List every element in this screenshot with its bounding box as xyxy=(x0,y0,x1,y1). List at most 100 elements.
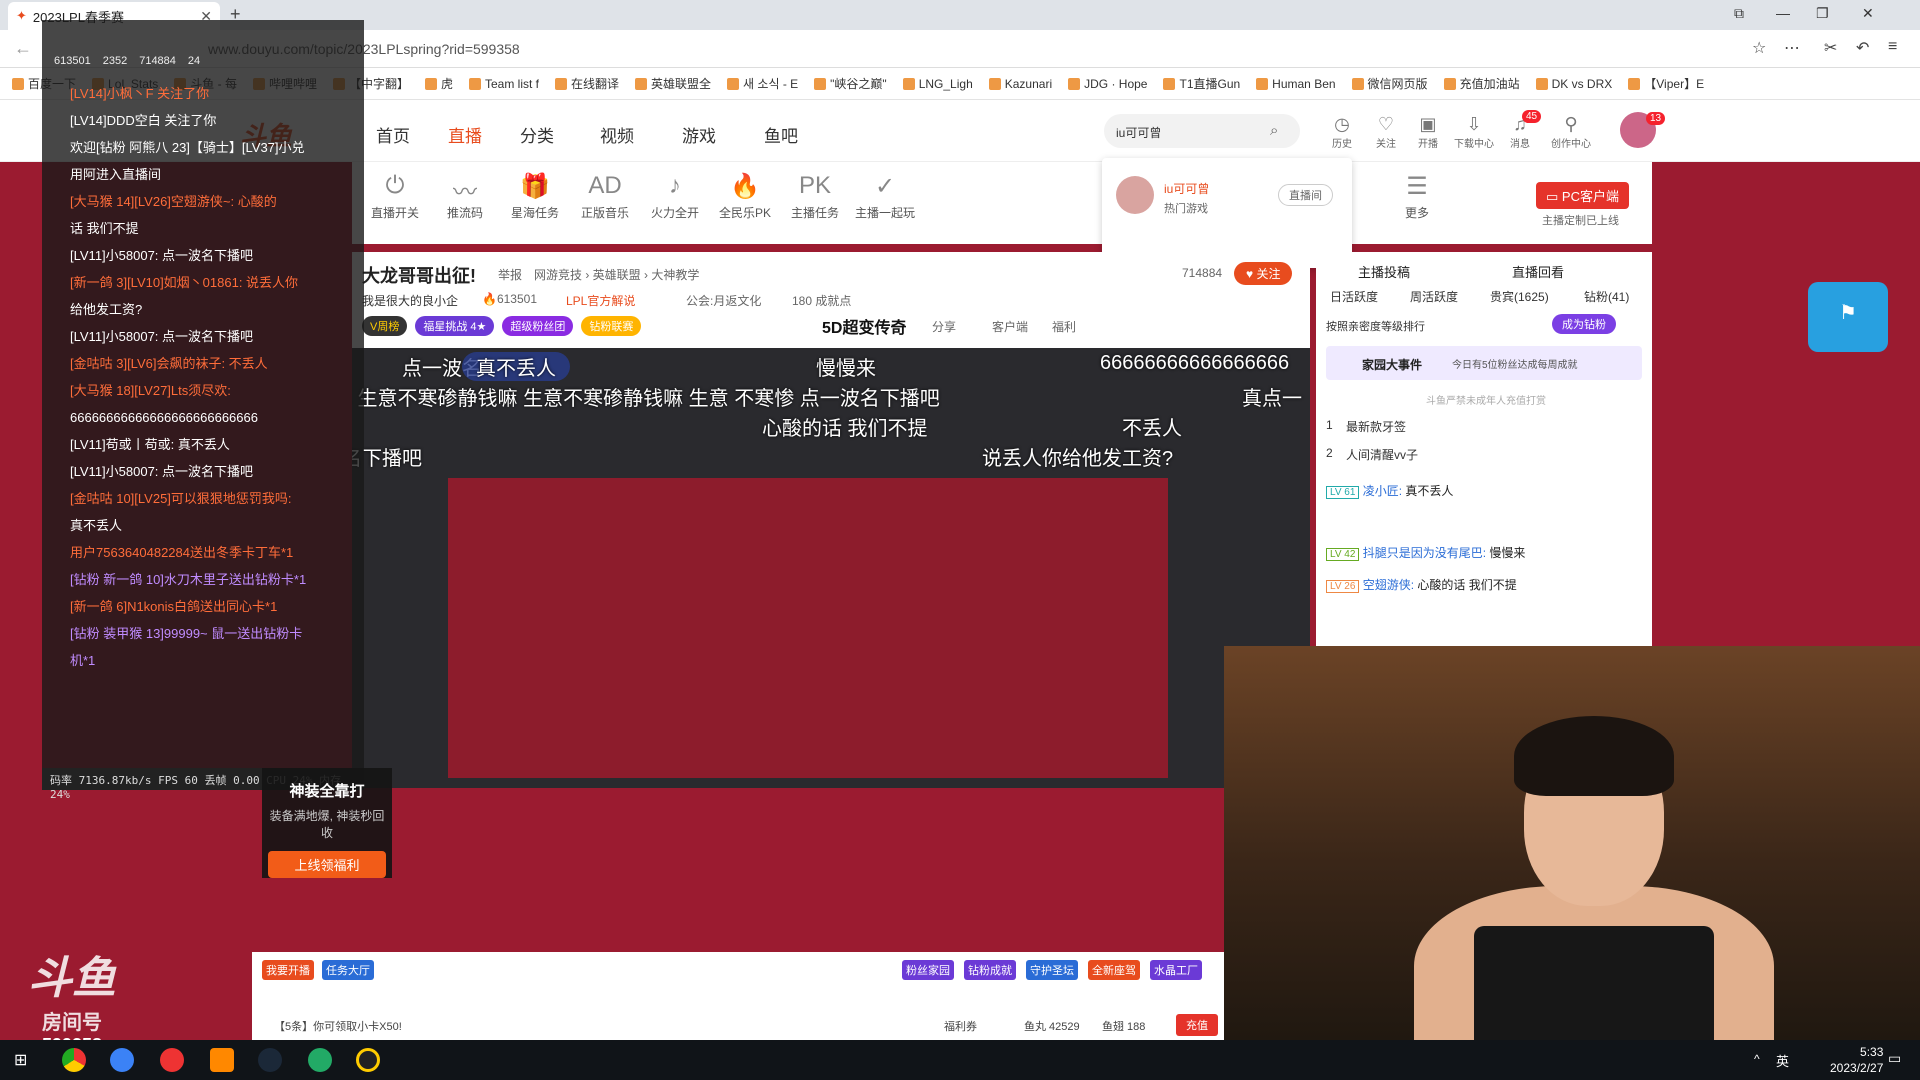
diamond-league-badge[interactable]: 钻粉联赛 xyxy=(581,316,642,336)
back-icon[interactable]: ← xyxy=(14,38,32,59)
category-breadcrumb[interactable]: 网游竞技 › 英雄联盟 › 大神教学 xyxy=(534,266,699,283)
creator-center-button[interactable]: ⚲ 创作中心 xyxy=(1548,114,1594,150)
subtab-daily[interactable]: 日活跃度 xyxy=(1330,288,1378,305)
restore-icon[interactable]: ❐ xyxy=(1816,5,1829,22)
subtab-vip[interactable]: 贵宾(1625) xyxy=(1490,288,1549,305)
browser-icon[interactable] xyxy=(110,1048,134,1072)
video-player[interactable]: 点一波名 真不丢人 慢慢来 66666666666666666 静钱嘛 生意不寒… xyxy=(352,348,1310,788)
new-mount-item[interactable]: 全新座驾 xyxy=(1088,960,1140,980)
tool-item[interactable]: PK 主播任务 xyxy=(780,172,850,221)
notification-icon[interactable]: ▭ xyxy=(1888,1050,1901,1067)
bookmark-item[interactable]: 英雄联盟全 xyxy=(635,75,711,92)
subtab-diamond[interactable]: 钻粉(41) xyxy=(1584,288,1629,305)
star-icon[interactable]: ☆ xyxy=(1752,38,1766,58)
bookmark-item[interactable]: 【Viper】E xyxy=(1628,75,1704,92)
task-hall-item[interactable]: 任务大厅 xyxy=(322,960,374,980)
start-live-button[interactable]: ▣ 开播 xyxy=(1408,114,1448,150)
ad-sub: 装备满地爆, 神装秒回收 xyxy=(269,809,385,840)
tab-list-icon[interactable]: ⧉ xyxy=(1734,5,1744,22)
family-event-banner[interactable]: 家园大事件 今日有5位粉丝达成每周成就 xyxy=(1326,346,1642,380)
download-button[interactable]: ⇩ 下载中心 xyxy=(1454,114,1494,150)
follow-button[interactable]: ♡ 关注 xyxy=(1366,114,1406,150)
tool-item[interactable]: ⏻ 直播开关 xyxy=(360,172,430,221)
tool-item[interactable]: 🔥 全民乐PK xyxy=(710,172,780,221)
app2-icon[interactable] xyxy=(308,1048,332,1072)
bookmark-item[interactable]: 새 소식 - E xyxy=(727,75,798,92)
close-window-icon[interactable]: ✕ xyxy=(1862,5,1874,22)
history-button[interactable]: ◷ 历史 xyxy=(1322,114,1362,150)
nav-live[interactable]: 直播 xyxy=(448,122,482,147)
share-button[interactable]: 分享 xyxy=(932,318,956,335)
room-logo: 斗鱼 xyxy=(28,954,116,1003)
bookmark-item[interactable]: Team list f xyxy=(469,77,539,91)
follow-button[interactable]: ♥ 关注 xyxy=(1234,262,1293,285)
fan-home-item[interactable]: 粉丝家园 xyxy=(902,960,954,980)
tool-item[interactable]: 〰推流码 xyxy=(430,172,500,221)
bookmark-item[interactable]: 微信网页版 xyxy=(1351,75,1428,92)
rank-tab-submit[interactable]: 主播投稿 xyxy=(1358,262,1410,281)
chrome-icon[interactable] xyxy=(62,1048,86,1072)
undo-icon[interactable]: ↶ xyxy=(1856,38,1869,58)
bookmark-item[interactable]: 在线翻译 xyxy=(555,75,619,92)
minimize-icon[interactable]: — xyxy=(1776,5,1790,21)
nav-fishbar[interactable]: 鱼吧 xyxy=(764,122,798,147)
brand-logo[interactable]: 5D超变传奇 xyxy=(822,314,906,338)
recharge-button[interactable]: 充值 xyxy=(1176,1014,1218,1036)
guardian-item[interactable]: 守护圣坛 xyxy=(1026,960,1078,980)
ime-indicator[interactable]: 英 xyxy=(1776,1051,1789,1070)
netease-music-icon[interactable] xyxy=(160,1048,184,1072)
bookmark-item[interactable]: 充值加油站 xyxy=(1443,75,1520,92)
more-icon[interactable]: ⋯ xyxy=(1784,38,1800,58)
obs-icon[interactable] xyxy=(356,1048,380,1072)
app-icon[interactable] xyxy=(210,1048,234,1072)
become-fan-button[interactable]: 成为钻粉 xyxy=(1552,314,1616,334)
nav-category[interactable]: 分类 xyxy=(520,122,554,147)
bookmark-item[interactable]: T1直播Gun xyxy=(1163,75,1240,92)
nav-video[interactable]: 视频 xyxy=(600,122,634,147)
dropdown-name[interactable]: iu可可曾 xyxy=(1164,180,1209,197)
ad-button[interactable]: 上线领福利 xyxy=(268,851,386,878)
rank-tab-replay[interactable]: 直播回看 xyxy=(1512,262,1564,281)
bookmark-item[interactable]: 虎 xyxy=(424,75,453,92)
menu-icon[interactable]: ≡ xyxy=(1888,38,1897,56)
rank-name[interactable]: 最新款牙签 xyxy=(1346,418,1406,435)
game-ad[interactable]: 神装全靠打 装备满地爆, 神装秒回收 上线领福利 xyxy=(262,768,392,878)
tool-icon: AD xyxy=(588,172,622,199)
fan-club-badge[interactable]: 超级粉丝团 xyxy=(502,316,574,336)
bookmark-item[interactable]: Human Ben xyxy=(1256,77,1336,91)
search-icon[interactable]: ⌕ xyxy=(1270,122,1278,139)
tool-item[interactable]: ✓ 主播一起玩 xyxy=(850,172,920,221)
scissors-icon[interactable]: ✂ xyxy=(1824,38,1837,58)
dropdown-live-button[interactable]: 直播间 xyxy=(1278,184,1333,206)
bookmark-item[interactable]: JDG · Hope xyxy=(1068,77,1147,91)
system-clock[interactable]: 5:33 2023/2/27 xyxy=(1830,1044,1883,1076)
notice-text[interactable]: 【5条】你可领取小卡X50! xyxy=(274,1018,402,1034)
bookmark-item[interactable]: "峡谷之巅" xyxy=(814,75,887,92)
steam-icon[interactable] xyxy=(258,1048,282,1072)
welfare-ticket[interactable]: 福利券 xyxy=(944,1018,977,1034)
pc-client-button[interactable]: ▭ PC客户端 xyxy=(1536,182,1629,209)
report-link[interactable]: 举报 xyxy=(498,266,522,283)
tool-item[interactable]: ☰ 更多 xyxy=(1382,172,1452,221)
bookmark-item[interactable]: LNG_Ligh xyxy=(902,77,973,91)
nav-games[interactable]: 游戏 xyxy=(682,122,716,147)
welfare-button[interactable]: 福利 xyxy=(1052,318,1076,335)
lucky-challenge-badge[interactable]: 福星挑战 4★ xyxy=(415,316,495,336)
nav-home[interactable]: 首页 xyxy=(376,122,410,147)
host-name[interactable]: 我是很大的良小企 xyxy=(362,292,458,309)
windows-start-icon[interactable]: ⊞ xyxy=(14,1050,27,1070)
tool-item[interactable]: 🎁 星海任务 xyxy=(500,172,570,221)
diamond-achievement-item[interactable]: 钻粉成就 xyxy=(964,960,1016,980)
tool-item[interactable]: ♪ 火力全开 xyxy=(640,172,710,221)
weekly-rank-badge[interactable]: V周榜 xyxy=(362,316,408,336)
client-button[interactable]: 客户端 xyxy=(992,318,1028,335)
crystal-factory-item[interactable]: 水晶工厂 xyxy=(1150,960,1202,980)
rank-name[interactable]: 人间清醒vv子 xyxy=(1346,446,1418,463)
anchor-task-icon[interactable]: ⚑ xyxy=(1808,282,1888,352)
start-stream-item[interactable]: 我要开播 xyxy=(262,960,314,980)
tray-expand-icon[interactable]: ^ xyxy=(1754,1052,1760,1066)
subtab-weekly[interactable]: 周活跃度 xyxy=(1410,288,1458,305)
bookmark-item[interactable]: Kazunari xyxy=(988,77,1052,91)
bookmark-item[interactable]: DK vs DRX xyxy=(1535,77,1612,91)
tool-item[interactable]: AD 正版音乐 xyxy=(570,172,640,221)
